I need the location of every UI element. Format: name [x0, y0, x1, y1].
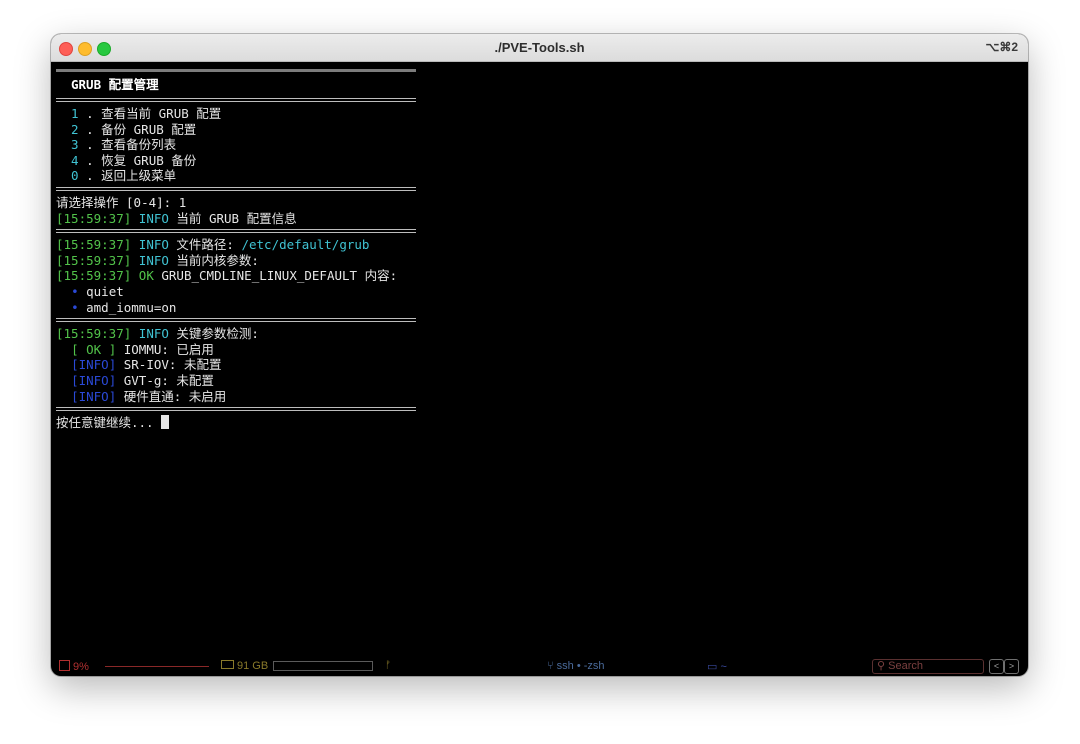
memory-icon	[221, 660, 234, 669]
text-cursor	[161, 415, 170, 430]
check-status-tag: [INFO]	[71, 357, 117, 373]
search-previous-button[interactable]: <	[989, 659, 1004, 674]
check-item: [ OK ] IOMMU: 已启用	[56, 342, 416, 358]
check-item: [INFO] 硬件直通: 未启用	[56, 389, 416, 405]
menu-item: 3 . 查看备份列表	[56, 137, 416, 153]
check-status-tag: [INFO]	[71, 372, 117, 388]
menu-title: GRUB 配置管理	[71, 77, 159, 92]
log-level: INFO	[138, 252, 169, 268]
check-text: IOMMU: 已启用	[116, 341, 214, 357]
bullet-icon: •	[71, 283, 79, 299]
menu-item-number: 3	[71, 137, 79, 153]
menu-item-number: 4	[71, 152, 79, 168]
log-line: [15:59:37] INFO 文件路径: /etc/default/grub	[56, 237, 416, 253]
log-timestamp: [15:59:37]	[56, 326, 132, 342]
cpu-value: 9%	[73, 661, 89, 673]
check-text: 硬件直通: 未启用	[116, 388, 227, 404]
divider	[56, 229, 416, 234]
kernel-param: • quiet	[56, 284, 416, 300]
continue-prompt-text: 按任意键继续...	[56, 415, 162, 431]
ram-value: 91 GB	[237, 660, 269, 672]
divider	[56, 69, 416, 72]
session-indicator: ⑂ ssh • -zsh	[547, 660, 605, 672]
log-message: 文件路径:	[168, 237, 242, 253]
grub-file-path: /etc/default/grub	[241, 237, 370, 253]
menu-item: 0 . 返回上级菜单	[56, 168, 416, 184]
log-timestamp: [15:59:37]	[56, 252, 132, 268]
log-line: [15:59:37] INFO 当前内核参数:	[56, 253, 416, 269]
menu-item-label: . 备份 GRUB 配置	[86, 121, 197, 137]
check-item: [INFO] GVT-g: 未配置	[56, 373, 416, 389]
log-message: 关键参数检测:	[168, 326, 259, 342]
menu-item-number: 0	[71, 168, 79, 184]
search-icon: ⚲	[877, 660, 886, 672]
check-status-tag: [INFO]	[71, 388, 117, 404]
log-timestamp: [15:59:37]	[56, 210, 132, 226]
log-level: INFO	[138, 326, 169, 342]
log-line: [15:59:37] INFO 当前 GRUB 配置信息	[56, 211, 416, 227]
status-bar: 9% 91 GB ᚠ ⑂ ssh • -zsh ▭ ~ ⚲ Search < >	[51, 656, 1028, 676]
ram-bar	[273, 661, 373, 671]
branch-icon: ⑂	[547, 660, 554, 672]
cpu-graph	[105, 666, 209, 667]
menu-item: 1 . 查看当前 GRUB 配置	[56, 106, 416, 122]
cpu-indicator: 9%	[59, 660, 89, 673]
menu-item-label: . 恢复 GRUB 备份	[86, 152, 197, 168]
selection-prompt: 请选择操作 [0-4]: 1	[56, 194, 187, 210]
log-line: [15:59:37] OK GRUB_CMDLINE_LINUX_DEFAULT…	[56, 268, 416, 284]
log-level: INFO	[138, 210, 169, 226]
divider	[56, 407, 416, 412]
title-bar: ./PVE-Tools.sh ⌥⌘2	[51, 34, 1028, 62]
kernel-param-value: quiet	[86, 283, 124, 299]
terminal-output[interactable]: GRUB 配置管理 1 . 查看当前 GRUB 配置 2 . 备份 GRUB 配…	[56, 67, 416, 431]
search-field[interactable]: ⚲ Search	[872, 659, 984, 674]
menu-item-label: . 返回上级菜单	[86, 168, 177, 184]
menu-item: 2 . 备份 GRUB 配置	[56, 122, 416, 138]
check-text: SR-IOV: 未配置	[116, 357, 222, 373]
terminal-window: ./PVE-Tools.sh ⌥⌘2 GRUB 配置管理 1 . 查看当前 GR…	[51, 34, 1028, 676]
kernel-param: • amd_iommu=on	[56, 300, 416, 316]
directory-name: ~	[720, 661, 727, 673]
session-name: ssh • -zsh	[556, 660, 605, 672]
log-line: [15:59:37] INFO 关键参数检测:	[56, 326, 416, 342]
divider	[56, 318, 416, 323]
divider	[56, 186, 416, 191]
log-message: 当前 GRUB 配置信息	[168, 210, 297, 226]
window-shortcut: ⌥⌘2	[985, 40, 1018, 54]
check-text: GVT-g: 未配置	[116, 372, 214, 388]
kernel-param-value: amd_iommu=on	[86, 299, 177, 315]
menu-item-label: . 查看当前 GRUB 配置	[86, 106, 222, 121]
check-item: [INFO] SR-IOV: 未配置	[56, 357, 416, 373]
window-title: ./PVE-Tools.sh	[494, 40, 585, 55]
menu-item-label: . 查看备份列表	[86, 137, 177, 153]
search-placeholder: Search	[888, 660, 923, 672]
log-timestamp: [15:59:37]	[56, 237, 132, 253]
log-level: OK	[138, 268, 154, 284]
bullet-icon: •	[71, 299, 79, 315]
directory-indicator: ▭ ~	[707, 660, 727, 673]
divider	[56, 98, 416, 102]
ram-indicator: 91 GB	[221, 660, 268, 672]
search-next-button[interactable]: >	[1004, 659, 1019, 674]
menu-item: 4 . 恢复 GRUB 备份	[56, 153, 416, 169]
log-timestamp: [15:59:37]	[56, 268, 132, 284]
cpu-icon	[59, 660, 70, 671]
log-message: GRUB_CMDLINE_LINUX_DEFAULT 内容:	[153, 268, 398, 284]
sparkline-icon: ᚠ	[385, 660, 391, 671]
continue-prompt: 按任意键继续...	[56, 415, 416, 431]
check-status-tag: [ OK ]	[71, 341, 117, 357]
menu-item-number: 2	[71, 121, 79, 137]
log-message: 当前内核参数:	[168, 252, 259, 268]
log-level: INFO	[138, 237, 169, 253]
folder-icon: ▭	[707, 661, 718, 673]
menu-item-number: 1	[71, 106, 79, 121]
